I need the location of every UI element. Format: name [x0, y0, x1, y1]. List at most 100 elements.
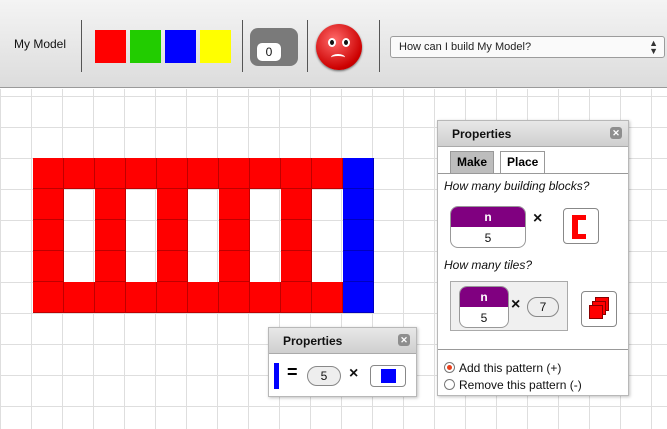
model-tile[interactable]	[95, 220, 126, 251]
model-question-select-value: How can I build My Model?	[399, 41, 532, 53]
model-tile[interactable]	[343, 158, 374, 189]
remove-pattern-label: Remove this pattern (-)	[459, 378, 582, 392]
right-eye	[342, 38, 350, 47]
building-block-button[interactable]	[563, 208, 599, 244]
add-pattern-label: Add this pattern (+)	[459, 361, 562, 375]
model-tile[interactable]	[219, 189, 250, 220]
remove-pattern-option[interactable]: Remove this pattern (-)	[444, 378, 582, 392]
close-icon[interactable]: ✕	[398, 334, 410, 346]
model-tile[interactable]	[33, 251, 64, 282]
variable-n-block[interactable]: n 5	[450, 206, 526, 248]
tab-divider	[438, 173, 628, 174]
model-tile[interactable]	[219, 251, 250, 282]
blue-color-swatch[interactable]	[165, 30, 196, 63]
panel-header[interactable]: Properties ✕	[269, 328, 416, 354]
model-tile[interactable]	[157, 189, 188, 220]
panel-title: Properties	[452, 127, 512, 141]
model-tile[interactable]	[219, 158, 250, 189]
bracket-block-icon-top	[572, 215, 586, 220]
left-eye	[328, 38, 336, 47]
model-tile[interactable]	[95, 251, 126, 282]
model-tile[interactable]	[343, 282, 374, 313]
toolbar-separator	[242, 20, 243, 72]
variable-value[interactable]: 5	[451, 227, 525, 247]
model-tile[interactable]	[157, 282, 188, 313]
model-tile[interactable]	[219, 220, 250, 251]
toolbar: My Model 0 How can I build My Model? ▲ ▼	[0, 0, 667, 88]
model-tile[interactable]	[126, 282, 157, 313]
tile-counter-value: 0	[256, 42, 282, 62]
model-tile[interactable]	[188, 282, 219, 313]
model-tile[interactable]	[33, 158, 64, 189]
model-question-select[interactable]: How can I build My Model? ▲ ▼	[390, 36, 665, 58]
select-arrows-icon: ▲ ▼	[649, 38, 658, 56]
model-tile[interactable]	[64, 158, 95, 189]
remove-pattern-radio[interactable]	[444, 379, 455, 390]
variable-name: n	[460, 287, 508, 307]
properties-panel-large: Properties ✕ Make Place How many buildin…	[437, 120, 629, 396]
options-divider	[438, 349, 628, 350]
blue-bar-icon	[274, 363, 279, 389]
close-icon[interactable]: ✕	[610, 127, 622, 139]
building-blocks-question: How many building blocks?	[444, 179, 590, 193]
properties-panel-small: Properties ✕ = 5 ×	[268, 327, 417, 397]
add-pattern-option[interactable]: Add this pattern (+)	[444, 361, 561, 375]
model-tile[interactable]	[343, 189, 374, 220]
model-tile[interactable]	[157, 220, 188, 251]
tab-make[interactable]: Make	[450, 151, 495, 173]
toolbar-separator	[307, 20, 308, 72]
times-sign: ×	[349, 365, 359, 382]
tiles-button[interactable]	[581, 291, 617, 327]
my-model-label[interactable]: My Model	[14, 37, 66, 51]
sad-face-icon[interactable]	[316, 24, 362, 70]
tile-stack-icon	[589, 305, 603, 319]
model-tile[interactable]	[312, 282, 343, 313]
panel-title: Properties	[283, 334, 343, 348]
model-tile[interactable]	[281, 282, 312, 313]
model-tile[interactable]	[33, 282, 64, 313]
model-tile[interactable]	[95, 158, 126, 189]
toolbar-separator	[379, 20, 380, 72]
model-tile[interactable]	[95, 282, 126, 313]
model-tile[interactable]	[343, 220, 374, 251]
tiles-question: How many tiles?	[444, 258, 533, 272]
frown-mouth	[331, 54, 345, 61]
variable-value[interactable]: 5	[460, 307, 508, 327]
model-tile[interactable]	[33, 189, 64, 220]
variable-name: n	[451, 207, 525, 227]
model-tile[interactable]	[188, 158, 219, 189]
panel-header[interactable]: Properties ✕	[438, 121, 628, 147]
model-tile[interactable]	[281, 189, 312, 220]
tab-place[interactable]: Place	[500, 151, 546, 173]
model-tile[interactable]	[343, 251, 374, 282]
model-tile[interactable]	[250, 282, 281, 313]
model-tile[interactable]	[219, 282, 250, 313]
toolbar-separator	[81, 20, 82, 72]
model-tile[interactable]	[157, 251, 188, 282]
tile-multiplier-field[interactable]: 7	[527, 297, 559, 317]
count-field[interactable]: 5	[307, 366, 341, 386]
model-tile[interactable]	[64, 282, 95, 313]
tile-formula-box: n 5 × 7	[450, 281, 568, 331]
times-sign: ×	[511, 296, 521, 313]
model-tile[interactable]	[95, 189, 126, 220]
red-color-swatch[interactable]	[95, 30, 126, 63]
model-tile[interactable]	[250, 158, 281, 189]
model-tile[interactable]	[281, 220, 312, 251]
bracket-block-icon-bottom	[572, 234, 586, 239]
model-tile[interactable]	[281, 251, 312, 282]
variable-n-block[interactable]: n 5	[459, 286, 509, 328]
green-color-swatch[interactable]	[130, 30, 161, 63]
tile-counter[interactable]: 0	[250, 28, 298, 66]
model-tile[interactable]	[157, 158, 188, 189]
times-sign: ×	[533, 210, 543, 227]
add-pattern-radio[interactable]	[444, 362, 455, 373]
blue-tile-icon	[381, 369, 396, 383]
model-tile[interactable]	[126, 158, 157, 189]
yellow-color-swatch[interactable]	[200, 30, 231, 63]
equals-sign: =	[287, 362, 298, 382]
model-tile[interactable]	[281, 158, 312, 189]
model-tile[interactable]	[312, 158, 343, 189]
model-tile[interactable]	[33, 220, 64, 251]
blue-tile-button[interactable]	[370, 365, 406, 387]
